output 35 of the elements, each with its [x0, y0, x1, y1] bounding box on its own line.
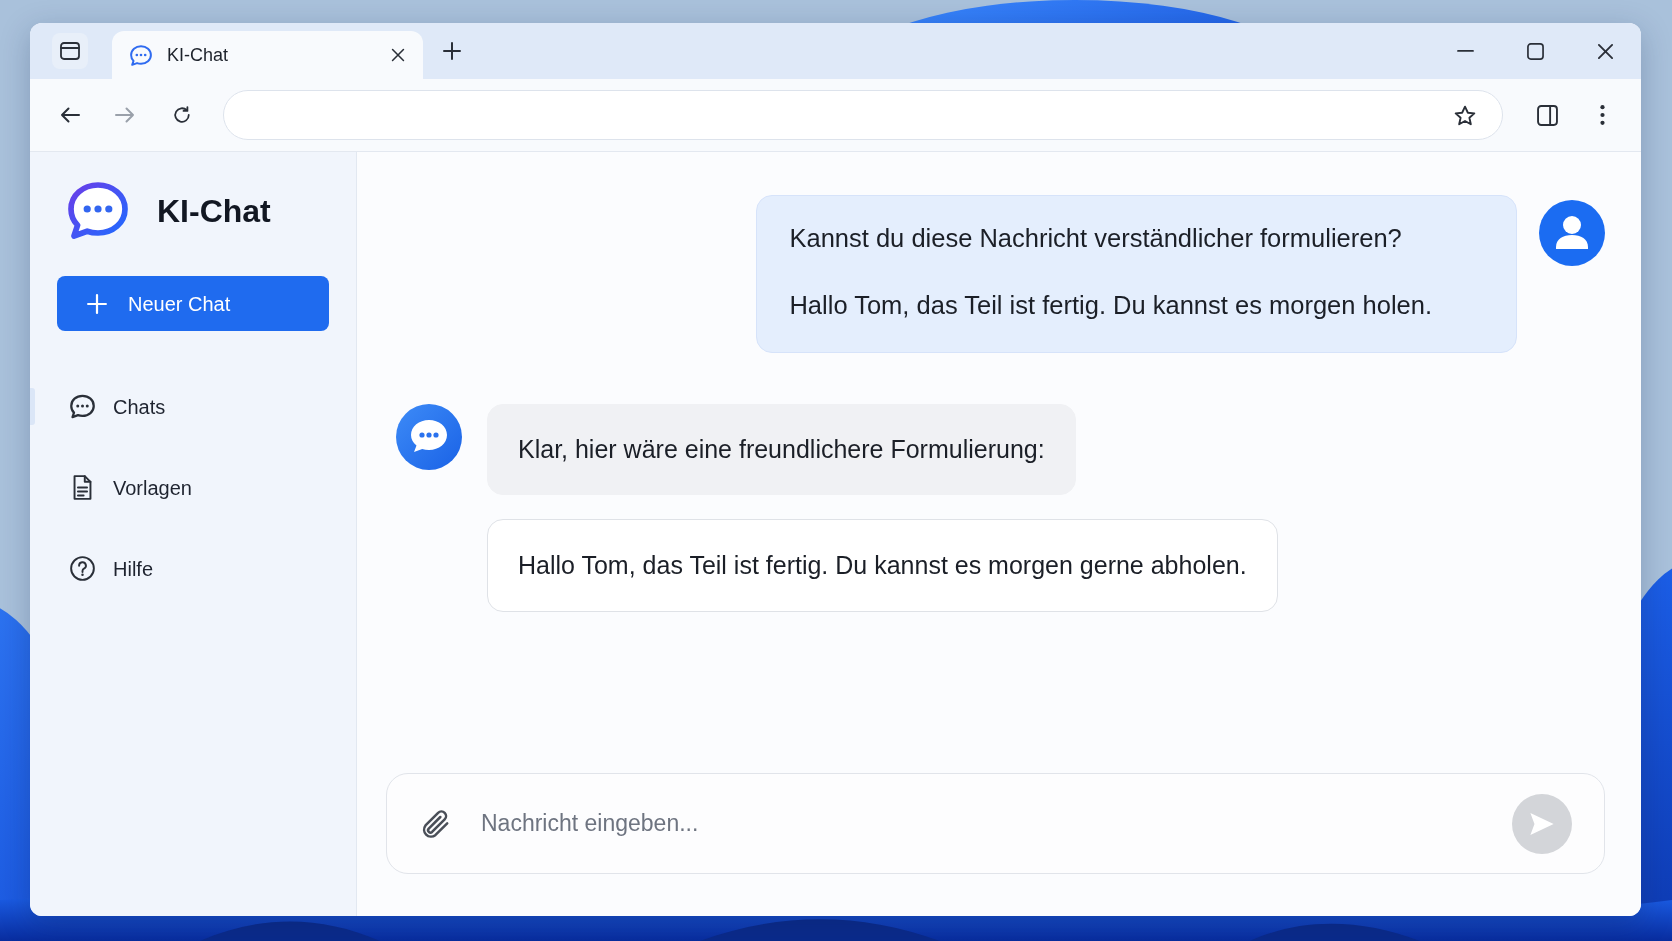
chat-bubble-icon [130, 44, 152, 66]
message-text: Kannst du diese Nachricht verständlicher formulieren? [789, 223, 1403, 254]
message-composer[interactable]: Nachricht eingeben... [386, 773, 1605, 874]
back-arrow-icon [60, 106, 80, 124]
address-field[interactable] [223, 90, 1503, 140]
forward-arrow-icon [115, 106, 135, 124]
paperclip-icon [422, 808, 450, 839]
bot-avatar-icon [396, 404, 462, 470]
window-icon [60, 42, 80, 60]
minimize-icon [1456, 49, 1474, 53]
new-chat-button[interactable]: Neuer Chat [57, 276, 329, 331]
attach-button[interactable] [421, 807, 451, 840]
star-icon [1454, 104, 1476, 126]
chat-bubble-icon [70, 394, 95, 419]
reload-icon [172, 106, 192, 124]
bot-message-bubble: Klar, hier wäre eine freundlichere Formulierung: [487, 404, 1076, 495]
browser-tab[interactable]: KI-Chat [112, 31, 423, 79]
close-icon [391, 48, 405, 62]
chat-bubble-logo-icon [68, 182, 128, 239]
app-title: KI-Chat [157, 191, 271, 231]
menu-icon [1599, 105, 1605, 125]
sidebar-item[interactable]: Chats [30, 366, 356, 447]
sidebar-item[interactable]: Vorlagen [30, 447, 356, 528]
message-text: Hallo Tom, das Teil ist fertig. Du kannst es morgen holen. [789, 290, 1432, 321]
user-avatar-icon [1539, 200, 1605, 266]
sidebar-item[interactable]: Hilfe [30, 528, 356, 609]
plus-icon [443, 42, 461, 60]
suggestion-bubble: Hallo Tom, das Teil ist fertig. Du kannst es morgen gerne abholen. [487, 519, 1278, 612]
tab-overview-button[interactable] [52, 33, 88, 69]
help-icon [70, 556, 95, 581]
plus-icon [87, 293, 107, 314]
side-panel-icon [1536, 104, 1558, 126]
message-input[interactable]: Nachricht eingeben... [479, 805, 1492, 842]
close-icon [1596, 42, 1614, 60]
maximize-icon [1526, 42, 1544, 60]
